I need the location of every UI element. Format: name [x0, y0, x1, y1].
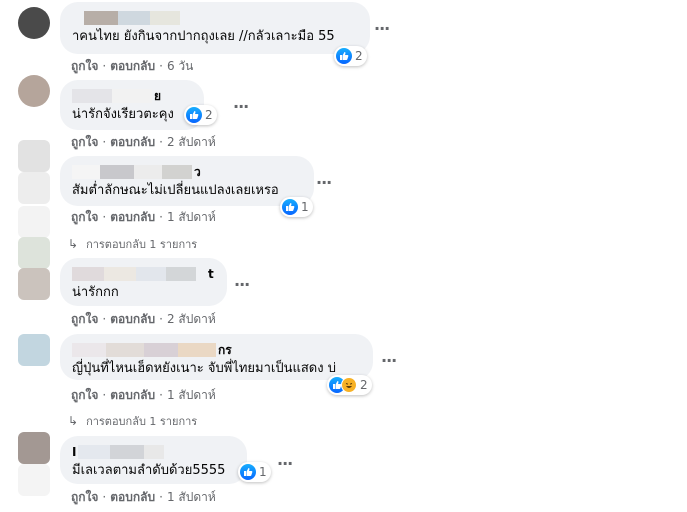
- avatar[interactable]: [18, 140, 50, 172]
- avatar: [18, 268, 50, 300]
- avatar[interactable]: [18, 75, 50, 107]
- like-icon: [336, 48, 352, 64]
- timestamp[interactable]: 6 วัน: [167, 59, 193, 73]
- reply-button[interactable]: ตอบกลับ: [110, 490, 155, 504]
- reply-arrow-icon: ↳: [68, 237, 79, 251]
- reaction-summary[interactable]: 1: [280, 197, 313, 217]
- like-button[interactable]: ถูกใจ: [71, 490, 98, 504]
- reaction-count: 1: [259, 465, 267, 479]
- timestamp[interactable]: 1 สัปดาห์: [167, 388, 216, 402]
- commenter-name[interactable]: ว: [72, 164, 302, 180]
- like-button[interactable]: ถูกใจ: [71, 135, 98, 149]
- comment-actions: ถูกใจ · ตอบกลับ · 2 สัปดาห์: [71, 312, 216, 326]
- like-button[interactable]: ถูกใจ: [71, 59, 98, 73]
- comment-bubble: I มีเลเวลตามลำดับด้วย5555: [60, 436, 247, 484]
- reaction-count: 1: [301, 200, 309, 214]
- commenter-name[interactable]: ย: [72, 88, 192, 104]
- avatar[interactable]: [18, 334, 50, 366]
- reply-button[interactable]: ตอบกลับ: [110, 59, 155, 73]
- like-button[interactable]: ถูกใจ: [71, 312, 98, 326]
- reaction-count: 2: [205, 108, 213, 122]
- more-options-icon[interactable]: ···: [374, 21, 390, 37]
- commenter-name[interactable]: [72, 10, 358, 26]
- reply-button[interactable]: ตอบกลับ: [110, 135, 155, 149]
- more-options-icon[interactable]: ···: [233, 99, 249, 115]
- comment-text: สัมต่ำลักษณะไม่เปลี่ยนแปลงเลยเหรอ: [72, 183, 279, 198]
- view-replies-link[interactable]: ↳ การตอบกลับ 1 รายการ: [68, 412, 197, 430]
- like-icon: [240, 464, 256, 480]
- comment-bubble: t น่ารักกก: [60, 258, 227, 306]
- commenter-name[interactable]: กร: [72, 342, 361, 358]
- comment-actions: ถูกใจ · ตอบกลับ · 1 สัปดาห์: [71, 210, 216, 224]
- timestamp[interactable]: 1 สัปดาห์: [167, 210, 216, 224]
- avatar[interactable]: [18, 432, 50, 464]
- avatar: [18, 464, 50, 496]
- like-icon: [282, 199, 298, 215]
- comment-actions: ถูกใจ · ตอบกลับ · 6 วัน: [71, 59, 194, 73]
- commenter-name[interactable]: t: [72, 266, 215, 282]
- timestamp[interactable]: 1 สัปดาห์: [167, 490, 216, 504]
- more-options-icon[interactable]: ···: [234, 277, 250, 293]
- like-icon: [186, 107, 202, 123]
- reaction-summary[interactable]: 2: [327, 375, 372, 395]
- comment-text: าคนไทย ยังกินจากปากถุงเลย //กลัวเลาะมือ …: [72, 29, 335, 44]
- commenter-name[interactable]: I: [72, 444, 235, 460]
- comment-text: ญี่ปุ่นที่ไหนเฮ็ดหยังเนาะ จับพี่ไทยมาเป็…: [72, 361, 336, 376]
- view-replies-label: การตอบกลับ 1 รายการ: [86, 415, 198, 428]
- comment-text: น่ารักจังเรียวตะคุง: [72, 107, 174, 122]
- timestamp[interactable]: 2 สัปดาห์: [167, 135, 216, 149]
- reaction-summary[interactable]: 2: [334, 46, 367, 66]
- reply-button[interactable]: ตอบกลับ: [110, 312, 155, 326]
- view-replies-link[interactable]: ↳ การตอบกลับ 1 รายการ: [68, 235, 197, 253]
- comment-bubble: ย น่ารักจังเรียวตะคุง: [60, 80, 204, 130]
- like-button[interactable]: ถูกใจ: [71, 388, 98, 402]
- comment-actions: ถูกใจ · ตอบกลับ · 1 สัปดาห์: [71, 388, 216, 402]
- comment-text: น่ารักกก: [72, 285, 119, 300]
- avatar: [18, 206, 50, 238]
- avatar[interactable]: [18, 237, 50, 269]
- comment-actions: ถูกใจ · ตอบกลับ · 1 สัปดาห์: [71, 490, 216, 504]
- reaction-summary[interactable]: 2: [184, 105, 217, 125]
- like-button[interactable]: ถูกใจ: [71, 210, 98, 224]
- comment-text: มีเลเวลตามลำดับด้วย5555: [72, 463, 226, 478]
- more-options-icon[interactable]: ···: [381, 353, 397, 369]
- comment-actions: ถูกใจ · ตอบกลับ · 2 สัปดาห์: [71, 135, 216, 149]
- reaction-summary[interactable]: 1: [238, 462, 271, 482]
- timestamp[interactable]: 2 สัปดาห์: [167, 312, 216, 326]
- view-replies-label: การตอบกลับ 1 รายการ: [86, 238, 198, 251]
- more-options-icon[interactable]: ···: [316, 175, 332, 191]
- avatar: [18, 172, 50, 204]
- more-options-icon[interactable]: ···: [277, 456, 293, 472]
- reply-arrow-icon: ↳: [68, 414, 79, 428]
- reply-button[interactable]: ตอบกลับ: [110, 210, 155, 224]
- reaction-count: 2: [360, 378, 368, 392]
- comment-bubble: กร ญี่ปุ่นที่ไหนเฮ็ดหยังเนาะ จับพี่ไทยมา…: [60, 334, 373, 380]
- haha-icon: [341, 377, 357, 393]
- reply-button[interactable]: ตอบกลับ: [110, 388, 155, 402]
- comment-bubble: ว สัมต่ำลักษณะไม่เปลี่ยนแปลงเลยเหรอ: [60, 156, 314, 206]
- avatar[interactable]: [18, 7, 50, 39]
- reaction-count: 2: [355, 49, 363, 63]
- comment-bubble: าคนไทย ยังกินจากปากถุงเลย //กลัวเลาะมือ …: [60, 2, 370, 54]
